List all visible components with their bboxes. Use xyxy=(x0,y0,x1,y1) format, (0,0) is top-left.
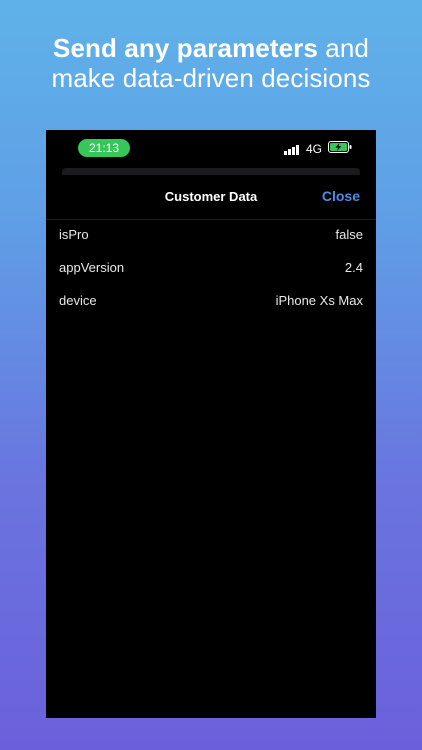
phone-screen: 21:13 4G Customer Data Close isPro false… xyxy=(46,130,376,718)
row-value: false xyxy=(335,227,363,242)
status-indicators: 4G xyxy=(283,140,352,158)
row-value: 2.4 xyxy=(344,260,363,275)
headline-line-1: Send any parameters and xyxy=(0,33,422,63)
network-type: 4G xyxy=(305,142,322,156)
headline-rest-text: and xyxy=(317,33,369,63)
promo-headline: Send any parameters and make data-driven… xyxy=(0,33,422,93)
row-key: appVersion xyxy=(59,260,125,275)
close-button[interactable]: Close xyxy=(322,188,360,204)
signal-bars-icon xyxy=(283,144,300,155)
list-item: device iPhone Xs Max xyxy=(46,285,376,318)
list-item: isPro false xyxy=(46,219,376,252)
navigation-bar: Customer Data Close xyxy=(46,175,376,220)
sheet-top-edge xyxy=(62,168,360,175)
list-item: appVersion 2.4 xyxy=(46,252,376,285)
status-bar: 21:13 4G xyxy=(46,130,376,164)
row-value: iPhone Xs Max xyxy=(275,293,363,308)
battery-charging-icon xyxy=(328,140,352,158)
headline-bold-text: Send any parameters xyxy=(53,33,318,63)
headline-line-2: make data-driven decisions xyxy=(51,63,371,93)
status-time: 21:13 xyxy=(78,139,130,157)
row-key: device xyxy=(59,293,97,308)
customer-data-list: isPro false appVersion 2.4 device iPhone… xyxy=(46,219,376,318)
row-key: isPro xyxy=(59,227,89,242)
